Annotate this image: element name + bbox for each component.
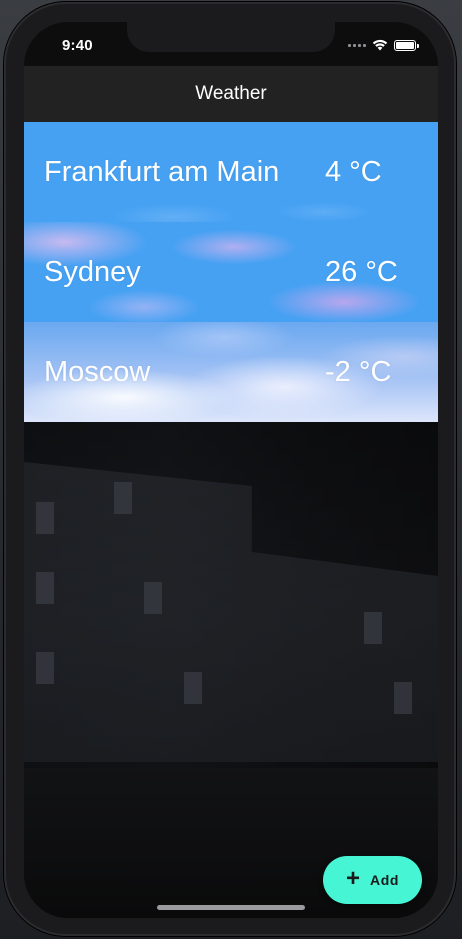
cellular-signal-icon — [348, 43, 366, 47]
weather-list: Frankfurt am Main 4 °C Sydney 26 °C Mosc… — [24, 122, 438, 422]
battery-icon — [394, 39, 419, 51]
app-title: Weather — [195, 83, 267, 104]
city-temperature: -2 °C — [325, 356, 392, 388]
city-row-frankfurt[interactable]: Frankfurt am Main 4 °C — [24, 122, 438, 222]
city-row-sydney[interactable]: Sydney 26 °C — [24, 222, 438, 322]
city-temperature: 4 °C — [325, 156, 382, 188]
city-row-moscow[interactable]: Moscow -2 °C — [24, 322, 438, 422]
window — [114, 482, 132, 514]
window — [184, 672, 202, 704]
window — [36, 652, 54, 684]
add-button-label: Add — [370, 872, 400, 888]
status-time: 9:40 — [62, 37, 93, 54]
phone-simulator-frame: 9:40 Weather Frankfurt am Main 4 °C Sydn… — [4, 2, 456, 936]
city-name: Moscow — [44, 356, 151, 388]
add-city-button[interactable]: + Add — [323, 856, 422, 904]
wifi-icon — [372, 39, 388, 51]
window — [36, 572, 54, 604]
status-bar: 9:40 — [24, 22, 438, 66]
app-bar: Weather — [24, 66, 438, 122]
city-name: Frankfurt am Main — [44, 156, 280, 188]
city-name: Sydney — [44, 256, 141, 288]
home-indicator[interactable] — [157, 905, 305, 910]
status-icons — [348, 39, 419, 51]
night-building-background — [24, 422, 438, 918]
window — [394, 682, 412, 714]
city-temperature: 26 °C — [325, 256, 398, 288]
window — [144, 582, 162, 614]
plus-icon: + — [345, 865, 360, 892]
window — [364, 612, 382, 644]
window — [36, 502, 54, 534]
phone-screen: 9:40 Weather Frankfurt am Main 4 °C Sydn… — [24, 22, 438, 918]
device-notch — [127, 22, 335, 52]
